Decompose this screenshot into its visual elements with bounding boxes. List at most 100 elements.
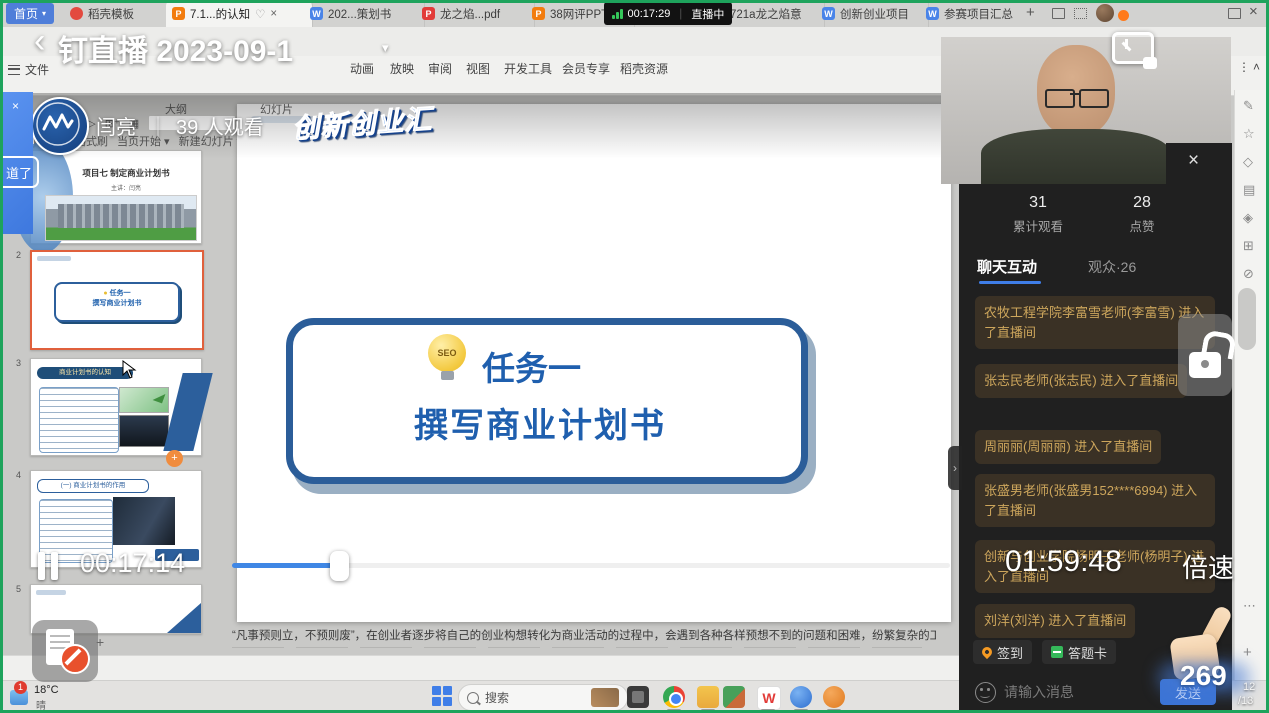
sidebar-block-icon[interactable]: ⊘ [1243,266,1254,282]
menu-docer-resources[interactable]: 稻壳资源 [620,60,668,77]
weather-desc: 晴 [36,697,46,712]
menu-view[interactable]: 视图 [466,60,490,77]
emoji-icon[interactable] [975,682,996,703]
glasses-left [1045,89,1075,108]
clock-time-fragment[interactable]: 12 [1243,681,1255,693]
sidebar-add-icon[interactable]: + [1243,644,1252,661]
wps-home-tab[interactable]: 首页 ▾ [6,3,54,24]
school-logo [31,97,89,155]
back-icon[interactable]: ‹ [34,22,45,61]
doc-tab-word3[interactable]: W 参赛项目汇总 [920,0,1032,27]
orange-app-icon[interactable] [823,686,845,708]
thumb-photo [113,497,175,545]
thumb-number: 3 [16,358,21,368]
slide-thumbnail-1[interactable]: 项目七 制定商业计划书 主讲：闫亮 [30,150,202,244]
sidebar-more-icon[interactable]: ⋯ [1243,598,1256,614]
thumb-text-block [39,387,119,453]
screen-share-icon[interactable] [1112,32,1154,64]
window-close-icon[interactable]: × [1249,3,1258,20]
menu-slideshow[interactable]: 放映 [390,60,414,77]
answer-card-button[interactable]: 答题卡 [1042,640,1116,664]
doc-tab-active[interactable]: P 7.1...的认知 ♡ × [166,0,313,27]
presenter-name: 闫亮 [96,111,136,140]
stat-total-views: 31 [1018,194,1058,212]
insert-slide-plus-button[interactable]: + [166,450,183,467]
ppt-file-icon: P [172,7,185,20]
sidebar-edit-icon[interactable]: ✎ [1243,98,1254,114]
favorite-icon[interactable]: ♡ [255,7,265,21]
thumb-logo-placeholder [37,256,71,261]
pause-button-bar2[interactable] [51,552,58,580]
clock-date-fragment[interactable]: /13 [1238,695,1253,707]
restore-window-icon[interactable] [1228,8,1241,19]
chrome-icon[interactable] [663,686,685,708]
notes-underline [232,647,922,648]
chat-message: 张志民老师(张志民) 进入了直播间 [975,364,1187,398]
live-title: 钉直播 2023-09-1 [58,26,293,70]
toast-close-icon[interactable]: × [12,99,19,113]
blue-app-icon[interactable] [790,686,812,708]
sidebar-shape-icon[interactable]: ◇ [1243,154,1253,170]
panel-collapse-handle[interactable]: › [948,446,962,490]
taskbar-search[interactable]: 搜索 [458,684,628,711]
speaker-notes[interactable]: “凡事预则立，不预则废”，在创业者逐步将自己的创业构想转化为商业活动的过程中，会… [232,627,936,644]
doc-tab-pdf[interactable]: P 龙之焰...pdf [416,0,535,27]
wps-app-icon[interactable]: W [757,686,781,710]
pause-button[interactable] [38,552,45,580]
slide-thumbnail-2-selected[interactable]: ● 任务一 撰写商业计划书 [30,250,204,350]
sidebar-gem-icon[interactable]: ◈ [1243,210,1253,226]
tab-close-icon[interactable]: × [270,8,277,20]
menu-animation[interactable]: 动画 [350,60,374,77]
file-menu[interactable]: 文件 [8,61,49,78]
menu-devtools[interactable]: 开发工具 [504,60,552,77]
running-indicator [701,709,715,712]
doc-tab-word1[interactable]: W 202...策划书 [304,0,425,27]
word-file-icon: W [822,7,835,20]
title-caret-icon[interactable]: ▾ [382,40,389,56]
tab-chat-interaction[interactable]: 聊天互动 [977,256,1037,277]
file-explorer-icon[interactable] [697,686,719,708]
thumb-number: 5 [16,584,21,594]
lightbulb-base [441,371,454,380]
new-tab-button[interactable]: + [1026,4,1035,21]
tab-active-underline [979,281,1041,284]
layout-mode-icon[interactable] [1052,8,1065,19]
avatar[interactable] [1096,4,1114,22]
sidebar-grid-icon[interactable]: ⊞ [1243,238,1254,254]
answer-card-icon [1051,646,1063,658]
slide-title: 任务一 [482,342,581,390]
weather-temp[interactable]: 18°C [34,684,59,696]
sign-in-button[interactable]: 签到 [973,640,1032,664]
photos-app-icon[interactable] [723,686,745,708]
menu-review[interactable]: 审阅 [428,60,452,77]
sidebar-star-icon[interactable]: ☆ [1243,126,1255,142]
more-menu-icon[interactable]: ⋮ [1238,60,1250,74]
thumb-task-box: ● 任务一 撰写商业计划书 [54,282,180,322]
lightbulb-icon: SEO [428,334,466,372]
word-file-icon: W [310,7,323,20]
chat-message-input[interactable] [1002,680,1126,704]
hamburger-icon [8,65,20,75]
toast-confirm-button[interactable]: 道了 [0,156,39,188]
docer-icon [70,7,83,20]
sidebar-layout-icon[interactable]: ▤ [1243,182,1255,198]
thumb-title-pill: 商业计划书的认知 [37,367,133,379]
running-indicator [794,709,808,712]
slide-thumbnail-3[interactable]: 商业计划书的认知 [30,358,202,456]
start-button[interactable] [432,686,452,706]
playback-speed-button[interactable]: 倍速 [1182,548,1234,585]
sidebar-drag-handle[interactable] [1238,288,1256,350]
taskbar-app-dark-icon[interactable] [627,686,649,708]
progress-handle[interactable] [330,551,349,581]
menu-member[interactable]: 会员专享 [562,60,610,77]
apps-grid-icon[interactable] [1074,8,1087,19]
thumb-banner [163,373,212,451]
doc-tab-docer[interactable]: 稻壳模板 [64,0,177,27]
collapse-ribbon-icon[interactable]: ˄ [1253,60,1260,74]
doc-tab-word2[interactable]: W 创新创业项目 [816,0,929,27]
prohibition-icon [60,644,90,674]
tab-audience[interactable]: 观众·26 [1088,257,1136,277]
progress-fill [232,563,338,568]
close-panel-icon[interactable]: × [1188,150,1199,172]
chat-message: 刘洋(刘洋) 进入了直播间 [975,604,1135,638]
